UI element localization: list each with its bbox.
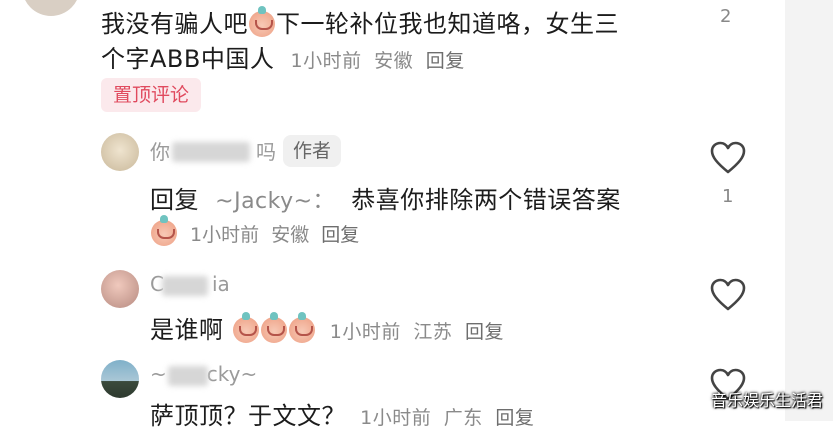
comment-text: 我没有骗人吧 下一轮补位我也知道咯，女生三 [101,6,619,38]
mention[interactable]: ~Jacky~： [215,189,335,214]
sticker-emoji-icon [260,312,287,343]
sticker-emoji-icon [232,312,259,343]
heart-outline-icon[interactable] [710,278,746,312]
reply-meta: 1小时前 安徽 回复 [150,215,359,247]
author-badge: 作者 [283,135,342,167]
avatar[interactable] [101,270,139,308]
sticker-emoji-icon [249,6,275,37]
reply-button[interactable]: 回复 [465,321,504,343]
like-count: 1 [722,186,734,207]
scrollbar-track [785,0,833,421]
sticker-emoji-icon [288,312,315,343]
location: 安徽 [374,50,414,72]
sticker-emoji-icon [151,215,177,246]
comment-text-line2: 个字ABB中国人 1小时前 安徽 回复 [101,45,465,73]
avatar[interactable] [22,0,80,16]
blurred-username [172,142,250,162]
blurred-username [162,276,208,296]
reply-button[interactable]: 回复 [495,407,534,429]
like-count: 2 [720,6,732,27]
heart-outline-icon[interactable] [710,141,746,175]
timestamp: 1小时前 [329,321,401,343]
timestamp: 1小时前 [190,224,260,246]
blurred-username [168,366,208,386]
avatar[interactable] [101,360,139,398]
reply-text: 回复 ~Jacky~： 恭喜你排除两个错误答案 [150,186,621,214]
location: 安徽 [271,224,310,246]
timestamp: 1小时前 [290,50,362,72]
avatar[interactable] [101,133,139,171]
location: 江苏 [413,321,453,343]
reply-button[interactable]: 回复 [426,50,465,72]
reply-text: 是谁啊 1小时前 江苏 回复 [150,312,504,344]
location: 广东 [443,407,483,429]
reply-button[interactable]: 回复 [321,224,359,246]
timestamp: 1小时前 [360,407,432,429]
reply-text: 萨顶顶？于文文？ 1小时前 广东 回复 [150,402,535,430]
watermark: 音乐娱乐生活君 [710,391,823,410]
pinned-badge: 置顶评论 [101,78,202,112]
